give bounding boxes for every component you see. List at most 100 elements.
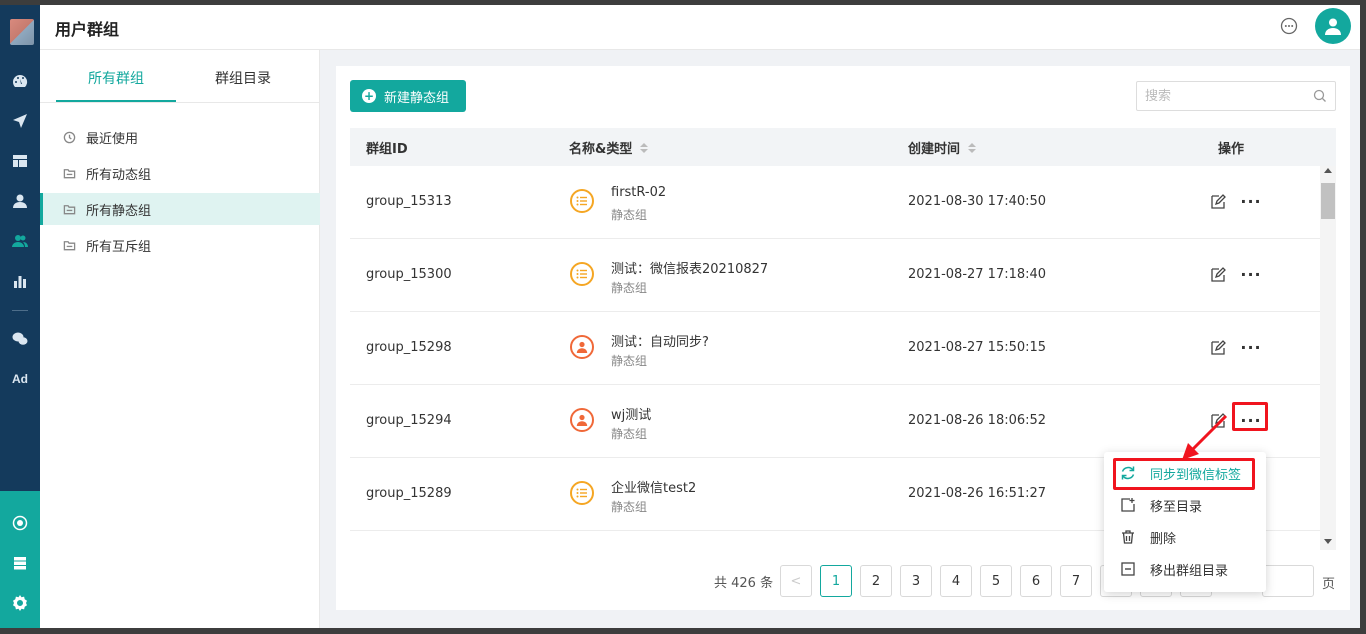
menu-item-remove-from-folder[interactable]: 移出群组目录 — [1116, 555, 1256, 583]
edit-icon[interactable] — [1210, 340, 1226, 356]
table-scrollbar[interactable] — [1320, 166, 1336, 550]
wechat-icon[interactable] — [0, 325, 40, 353]
tree-item-mutex[interactable]: 所有互斥组 — [40, 229, 320, 261]
person-icon — [570, 335, 594, 359]
menu-item-label: 移出群组目录 — [1150, 563, 1229, 579]
scroll-up-arrow[interactable] — [1324, 168, 1332, 173]
tab-all-groups[interactable]: 所有群组 — [88, 68, 144, 88]
group-id: group_15300 — [366, 267, 452, 282]
sort-icon[interactable] — [640, 142, 649, 153]
ad-label: Ad — [12, 372, 28, 386]
app-window: Ad 用户群组 所有群组 群组目录 最近使用 所有动态组 所有静态组 所有互斥组… — [0, 0, 1366, 634]
folder-icon — [62, 166, 76, 180]
group-name[interactable]: wj测试 — [611, 404, 651, 423]
window-border-right — [1360, 0, 1366, 634]
new-static-group-label: 新建静态组 — [384, 90, 450, 106]
panel-tabs: 所有群组 群组目录 — [40, 50, 320, 103]
more-actions-button[interactable]: ··· — [1240, 192, 1262, 211]
tree-item-recent[interactable]: 最近使用 — [40, 121, 320, 153]
scroll-down-arrow[interactable] — [1324, 539, 1332, 544]
page-jump-input[interactable] — [1262, 565, 1314, 597]
top-header: 用户群组 — [40, 5, 1360, 50]
pagination-suffix: 页 — [1322, 577, 1336, 592]
tree-item-label: 所有互斥组 — [86, 239, 152, 255]
page-button[interactable]: 7 — [1060, 565, 1092, 597]
table-row: group_15313 firstR-02 静态组 2021-08-30 17:… — [350, 166, 1320, 239]
created-time: 2021-08-26 18:06:52 — [908, 413, 1047, 428]
group-tree-panel: 所有群组 群组目录 最近使用 所有动态组 所有静态组 所有互斥组 — [40, 50, 320, 628]
menu-item-move-to-folder[interactable]: 移至目录 — [1116, 491, 1256, 519]
group-name[interactable]: 测试：自动同步? — [611, 331, 709, 350]
group-name[interactable]: firstR-02 — [611, 185, 666, 200]
group-id: group_15294 — [366, 413, 452, 428]
user-avatar[interactable] — [1315, 8, 1351, 44]
tab-group-catalog[interactable]: 群组目录 — [215, 68, 271, 88]
group-icon[interactable] — [0, 227, 40, 255]
person-icon[interactable] — [0, 187, 40, 215]
created-time: 2021-08-27 15:50:15 — [908, 340, 1047, 355]
created-time: 2021-08-27 17:18:40 — [908, 267, 1047, 282]
menu-item-delete[interactable]: 删除 — [1116, 523, 1256, 551]
move-to-folder-icon — [1121, 498, 1135, 512]
more-actions-button[interactable]: ··· — [1240, 265, 1262, 284]
send-icon[interactable] — [0, 107, 40, 135]
table-row: group_15294 wj测试 静态组 2021-08-26 18:06:52… — [350, 385, 1320, 458]
prev-page-button[interactable]: < — [780, 565, 812, 597]
group-id: group_15289 — [366, 486, 452, 501]
user-icon — [1325, 18, 1341, 35]
window-border-bottom — [0, 628, 1366, 634]
edit-icon[interactable] — [1210, 194, 1226, 210]
created-time: 2021-08-30 17:40:50 — [908, 194, 1047, 209]
table-row: group_15298 测试：自动同步? 静态组 2021-08-27 15:5… — [350, 312, 1320, 385]
active-tab-indicator — [56, 100, 176, 102]
tree-item-static[interactable]: 所有静态组 — [40, 193, 320, 225]
analytics-icon[interactable] — [0, 509, 40, 537]
tree-item-dynamic[interactable]: 所有动态组 — [40, 157, 320, 189]
plus-icon: + — [362, 89, 376, 103]
new-static-group-button[interactable]: + 新建静态组 — [350, 80, 466, 112]
tree-item-label: 所有静态组 — [86, 203, 152, 219]
group-name[interactable]: 企业微信test2 — [611, 477, 696, 496]
tree-item-label: 最近使用 — [86, 131, 139, 147]
group-type: 静态组 — [611, 427, 648, 441]
page-button[interactable]: 4 — [940, 565, 972, 597]
group-id: group_15313 — [366, 194, 452, 209]
page-button[interactable]: 2 — [860, 565, 892, 597]
page-button[interactable]: 6 — [1020, 565, 1052, 597]
edit-icon[interactable] — [1210, 413, 1226, 429]
dashboard-icon[interactable] — [0, 67, 40, 95]
pagination-total: 共 426 条 — [714, 576, 774, 591]
trash-icon — [1122, 530, 1134, 544]
more-actions-button[interactable]: ··· — [1240, 338, 1262, 357]
search-input[interactable] — [1137, 82, 1307, 110]
ad-icon[interactable]: Ad — [0, 365, 40, 393]
header-actions: 操作 — [1218, 142, 1245, 157]
page-button[interactable]: 3 — [900, 565, 932, 597]
more-actions-menu: 同步到微信标签 移至目录 删除 移出群组目录 — [1104, 452, 1266, 592]
menu-item-sync-wechat[interactable]: 同步到微信标签 — [1116, 459, 1256, 487]
search-icon[interactable] — [1313, 89, 1327, 103]
more-actions-button[interactable]: ··· — [1240, 411, 1262, 430]
edit-icon[interactable] — [1210, 267, 1226, 283]
folder-icon — [62, 202, 76, 216]
header-name-type[interactable]: 名称&类型 — [569, 138, 649, 157]
page-button[interactable]: 5 — [980, 565, 1012, 597]
group-type: 静态组 — [611, 208, 648, 222]
tree-item-label: 所有动态组 — [86, 167, 152, 183]
scroll-thumb[interactable] — [1321, 183, 1335, 219]
chat-icon[interactable] — [1280, 17, 1298, 35]
group-name[interactable]: 测试：微信报表20210827 — [611, 258, 768, 277]
header-created-time[interactable]: 创建时间 — [908, 138, 977, 157]
group-type: 静态组 — [611, 500, 648, 514]
database-icon[interactable] — [0, 549, 40, 577]
search-box — [1136, 81, 1336, 111]
page-button[interactable]: 1 — [820, 565, 852, 597]
layout-icon[interactable] — [0, 147, 40, 175]
bar-chart-icon[interactable] — [0, 267, 40, 295]
sort-icon[interactable] — [968, 142, 977, 153]
menu-item-label: 移至目录 — [1150, 499, 1203, 515]
gear-icon[interactable] — [0, 589, 40, 617]
group-id: group_15298 — [366, 340, 452, 355]
list-icon — [570, 262, 594, 286]
nav-divider — [12, 310, 28, 311]
